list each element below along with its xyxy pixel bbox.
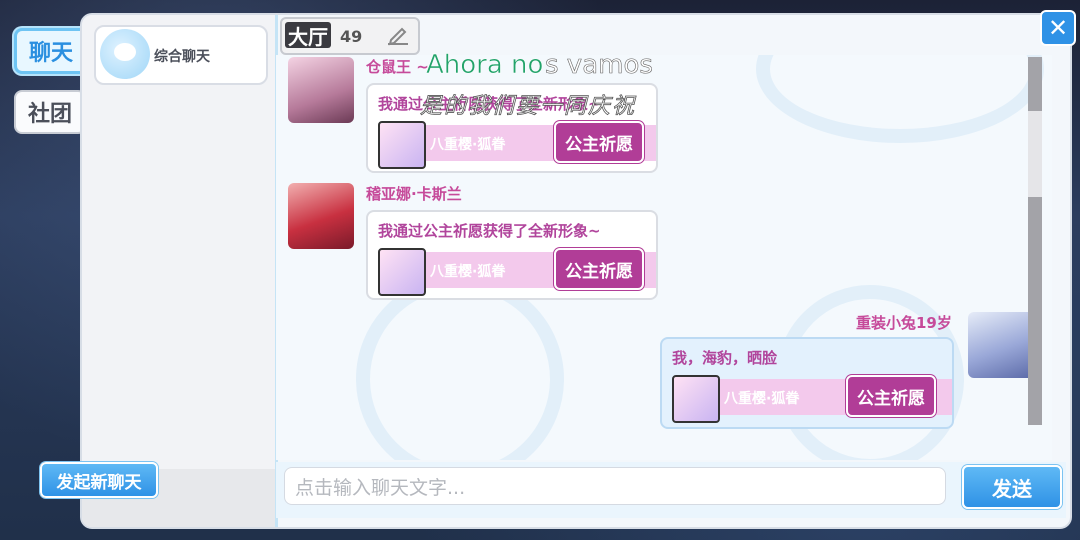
princess-wish-button[interactable]: 公主祈愿 — [554, 121, 644, 163]
card-thumbnail[interactable] — [378, 121, 426, 169]
card-name: 八重樱·狐眷 — [430, 264, 506, 280]
close-button[interactable]: ✕ — [1040, 10, 1076, 46]
sender-name: 仓鼠王 ~ — [366, 58, 429, 76]
card-name: 八重樱·狐眷 — [430, 137, 506, 153]
avatar[interactable] — [968, 312, 1034, 378]
room-name: 大厅 — [285, 22, 331, 49]
card-thumbnail[interactable] — [378, 248, 426, 296]
sender-name: 重装小兔19岁 — [856, 314, 952, 332]
new-chat-button[interactable]: 发起新聊天 — [40, 462, 158, 498]
princess-wish-button[interactable]: 公主祈愿 — [846, 375, 936, 417]
princess-wish-button[interactable]: 公主祈愿 — [554, 248, 644, 290]
card-name: 八重樱·狐眷 — [724, 391, 800, 407]
avatar[interactable] — [288, 57, 354, 123]
chat-input[interactable]: 点击输入聊天文字... — [284, 467, 946, 505]
decor-ring — [756, 55, 1044, 143]
subtitle-overlay: Ahora no — [426, 50, 544, 81]
close-icon: ✕ — [1047, 14, 1069, 42]
card-strip: 八重樱·狐眷 公主祈愿 — [378, 121, 656, 169]
avatar[interactable] — [288, 183, 354, 249]
channel-item-general[interactable]: 综合聊天 — [94, 25, 268, 85]
card-strip: 八重樱·狐眷 公主祈愿 — [672, 375, 952, 423]
room-tag: 大厅 49 — [280, 17, 420, 55]
tab-club[interactable]: 社团 — [14, 90, 86, 134]
send-button[interactable]: 发送 — [962, 465, 1062, 509]
message-text: 我通过公主祈愿获得了全新形象~ — [378, 222, 601, 240]
message-bubble: 我通过公主祈愿获得了全新形象~ 八重樱·狐眷 公主祈愿 — [366, 210, 658, 300]
message-text: 我，海豹，晒脸 — [672, 349, 778, 367]
decor-ring — [356, 275, 564, 460]
scrollbar[interactable] — [1028, 57, 1042, 425]
input-bar: 点击输入聊天文字... 发送 — [276, 462, 1066, 518]
pencil-icon[interactable] — [386, 25, 410, 47]
tab-chat[interactable]: 聊天 — [14, 28, 88, 74]
message-area[interactable]: 仓鼠王 ~ 我通过公主祈愿获得了全新形象~ 八重樱·狐眷 公主祈愿 稽亚娜·卡斯… — [276, 55, 1052, 460]
chat-bubble-icon — [100, 29, 150, 79]
subtitle-overlay-chinese: 是的我们要一同庆祝 — [420, 94, 637, 120]
scroll-thumb[interactable] — [1028, 57, 1042, 111]
scroll-thumb[interactable] — [1028, 197, 1042, 425]
card-strip: 八重樱·狐眷 公主祈愿 — [378, 248, 656, 296]
channel-label: 综合聊天 — [154, 49, 210, 65]
subtitle-overlay: s vamos — [545, 50, 654, 81]
channel-list: 综合聊天 — [82, 15, 278, 527]
online-count: 49 — [340, 27, 363, 46]
card-thumbnail[interactable] — [672, 375, 720, 423]
message-bubble: 我，海豹，晒脸 八重樱·狐眷 公主祈愿 — [660, 337, 954, 429]
sender-name: 稽亚娜·卡斯兰 — [366, 185, 462, 203]
